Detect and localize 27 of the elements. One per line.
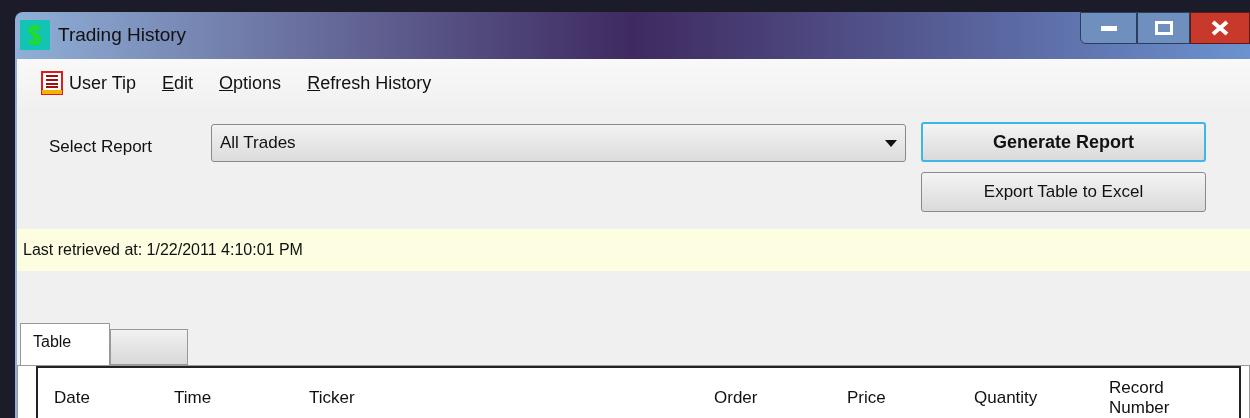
close-button[interactable] — [1190, 12, 1250, 44]
maximize-button[interactable] — [1137, 12, 1190, 44]
menu-item[interactable]: Options — [219, 69, 282, 97]
column-header[interactable]: Time — [158, 368, 293, 418]
column-header[interactable]: Date — [38, 368, 158, 418]
column-header[interactable]: Quantity — [958, 368, 1093, 418]
action-button[interactable]: Export Table to Excel — [921, 172, 1206, 212]
column-header[interactable]: Order — [698, 368, 831, 418]
maximize-icon — [1154, 21, 1173, 35]
action-button[interactable]: Generate Report — [921, 122, 1206, 162]
column-header[interactable]: Record Number — [1093, 368, 1239, 418]
list-icon — [41, 71, 63, 95]
menu-item[interactable]: User Tip — [41, 69, 137, 97]
close-icon — [1211, 20, 1229, 36]
column-header[interactable]: Ticker — [293, 368, 698, 418]
column-header[interactable]: Price — [831, 368, 958, 418]
minimize-button[interactable] — [1080, 12, 1137, 44]
field-label: Select Report — [49, 136, 153, 158]
minimize-icon — [1100, 25, 1117, 31]
caret-icon — [885, 139, 897, 147]
window-title: Trading History — [58, 22, 187, 47]
menu-item[interactable]: Refresh History — [307, 69, 432, 97]
status-text: Last retrieved at: 1/22/2011 4:10:01 PM — [23, 240, 303, 260]
menu-item[interactable]: Edit — [162, 69, 194, 97]
tab[interactable]: Table — [20, 323, 110, 365]
report-dropdown[interactable]: All Trades — [211, 124, 906, 162]
dollar-icon — [20, 20, 50, 50]
